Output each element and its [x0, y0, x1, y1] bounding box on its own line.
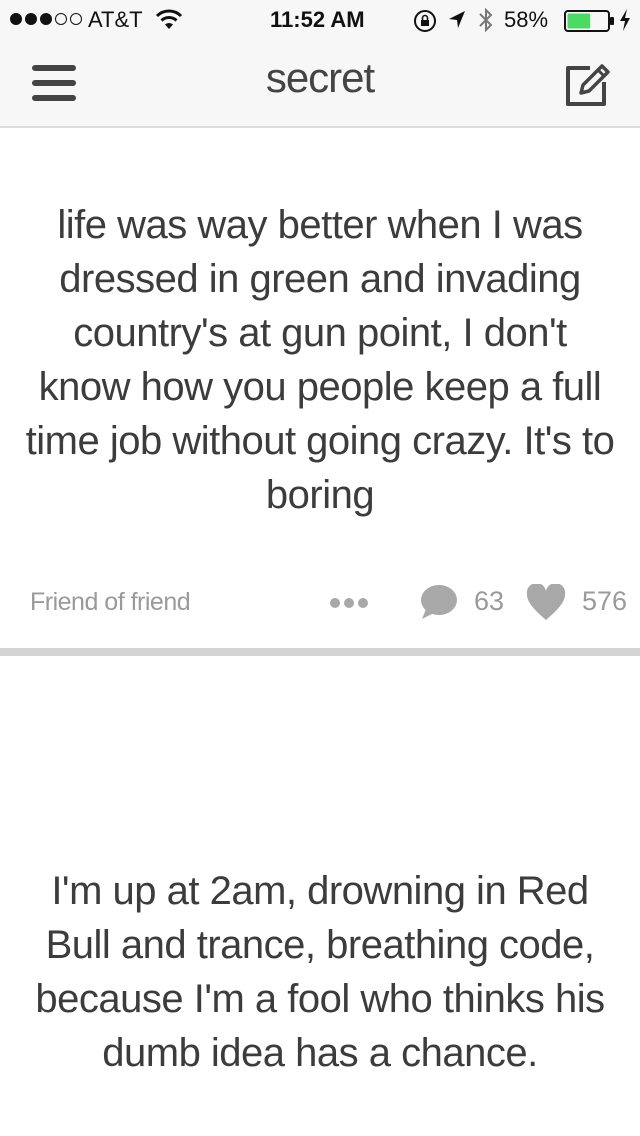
nav-bar: secret	[0, 40, 640, 128]
like-count: 576	[582, 586, 628, 616]
more-options-icon[interactable]	[330, 598, 368, 608]
card-footer: Friend of friend 63 576	[0, 580, 640, 630]
page-title: secret	[265, 54, 375, 101]
location-arrow-icon	[449, 11, 465, 28]
comment-count: 63	[474, 586, 505, 616]
battery-percent: 58%	[504, 7, 549, 32]
secret-text: life was way better when I was dressed i…	[25, 203, 615, 517]
carrier-label: AT&T	[88, 7, 143, 32]
status-bar: AT&T 11:52 AM 58%	[0, 0, 640, 40]
battery-icon	[564, 10, 614, 32]
card-separator	[0, 648, 640, 656]
signal-strength-icon	[10, 13, 82, 25]
charging-bolt-icon	[620, 9, 630, 31]
rotation-lock-icon	[414, 10, 436, 32]
screen: AT&T 11:52 AM 58% secret life was way be…	[0, 0, 640, 1136]
compose-icon[interactable]	[562, 60, 612, 108]
wifi-icon	[155, 9, 183, 29]
clock: 11:52 AM	[270, 7, 365, 32]
heart-icon[interactable]	[526, 584, 566, 622]
secret-card[interactable]: life was way better when I was dressed i…	[0, 128, 640, 648]
comment-icon[interactable]	[418, 582, 460, 622]
secret-card[interactable]: I'm up at 2am, drowning in Red Bull and …	[0, 656, 640, 1136]
source-label: Friend of friend	[30, 588, 191, 616]
secret-text: I'm up at 2am, drowning in Red Bull and …	[35, 869, 605, 1075]
bluetooth-icon	[479, 7, 493, 33]
